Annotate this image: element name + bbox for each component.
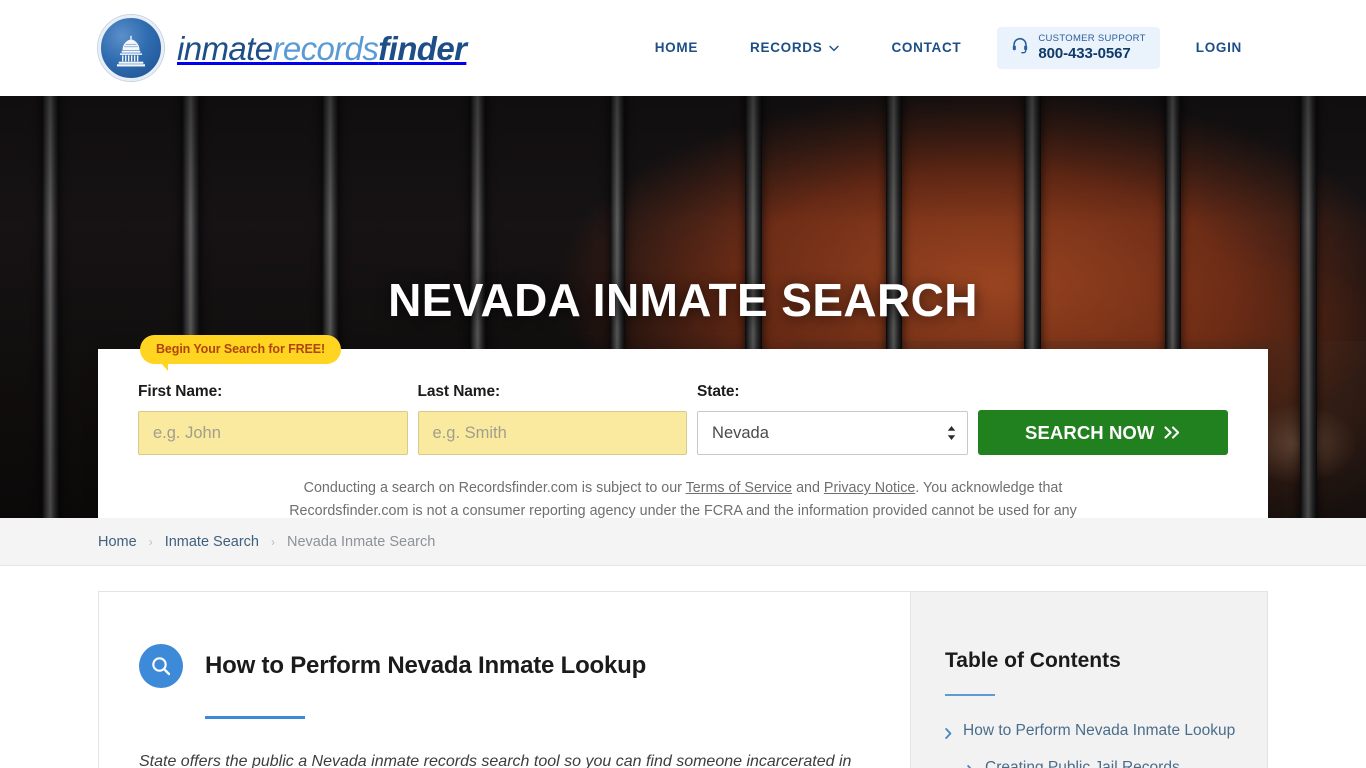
article-title: How to Perform Nevada Inmate Lookup — [205, 651, 647, 679]
nav-label-login: LOGIN — [1195, 40, 1242, 56]
capitol-dome-icon — [98, 15, 164, 81]
first-name-field-group: First Name: — [138, 383, 408, 455]
logo-word-records: records — [272, 29, 379, 67]
disclaimer-part-2: and — [792, 480, 824, 496]
logo-wordmark: inmaterecordsfinder — [177, 29, 467, 67]
chevron-right-icon: › — [271, 534, 275, 549]
logo-word-inmate: inmate — [177, 29, 273, 67]
double-chevron-right-icon — [1163, 422, 1181, 444]
table-of-contents: Table of Contents How to Perform Nevada … — [910, 591, 1268, 768]
search-disclaimer: Conducting a search on Recordsfinder.com… — [268, 477, 1098, 518]
support-text-block: CUSTOMER SUPPORT 800-433-0567 — [1038, 32, 1146, 62]
chevron-right-icon — [967, 761, 974, 768]
breadcrumb-item-current: Nevada Inmate Search — [287, 533, 436, 550]
hero-section: NEVADA INMATE SEARCH Begin Your Search f… — [0, 96, 1366, 518]
last-name-input[interactable] — [417, 411, 688, 455]
search-now-button[interactable]: SEARCH NOW — [977, 410, 1228, 455]
logo-word-finder: finder — [378, 29, 467, 67]
search-form-row: First Name: Last Name: State: Nevada — [138, 383, 1228, 455]
disclaimer-part-1: Conducting a search on Recordsfinder.com… — [303, 480, 686, 496]
nav-item-login[interactable]: LOGIN — [1170, 40, 1268, 55]
breadcrumb-item-home[interactable]: Home — [98, 534, 137, 550]
customer-support-badge[interactable]: CUSTOMER SUPPORT 800-433-0567 — [997, 26, 1160, 70]
inmate-search-form-card: Begin Your Search for FREE! First Name: … — [98, 335, 1268, 518]
state-field-group: State: Nevada — [697, 383, 968, 455]
breadcrumb-item-inmate-search[interactable]: Inmate Search — [165, 534, 259, 550]
toc-item-label: How to Perform Nevada Inmate Lookup — [963, 722, 1236, 739]
site-header: inmaterecordsfinder HOME RECORDS CONTACT — [0, 0, 1366, 96]
nav-label-records: RECORDS — [750, 40, 823, 56]
breadcrumb: Home › Inmate Search › Nevada Inmate Sea… — [0, 518, 1366, 566]
toc-title: Table of Contents — [945, 649, 1121, 672]
content-area: How to Perform Nevada Inmate Lookup Stat… — [0, 566, 1366, 768]
headset-icon — [1011, 36, 1029, 59]
state-select-wrapper: Nevada — [697, 411, 968, 455]
site-logo[interactable]: inmaterecordsfinder — [98, 15, 467, 81]
state-label: State: — [697, 383, 740, 400]
nav-label-contact: CONTACT — [891, 40, 962, 56]
free-search-badge[interactable]: Begin Your Search for FREE! — [140, 335, 342, 371]
main-navigation: HOME RECORDS CONTACT CUSTOMER SUPPORT 80… — [629, 26, 1268, 70]
first-name-input[interactable] — [138, 411, 408, 455]
toc-title-underline — [945, 694, 995, 696]
toc-list: How to Perform Nevada Inmate Lookup Crea… — [945, 720, 1237, 768]
magnifier-icon — [139, 643, 183, 688]
chevron-right-icon: › — [148, 534, 153, 549]
privacy-notice-link[interactable]: Privacy Notice — [824, 480, 915, 496]
nav-item-contact[interactable]: CONTACT — [865, 40, 987, 55]
chevron-right-icon — [945, 724, 952, 746]
search-now-label: SEARCH NOW — [1025, 421, 1155, 443]
capitol-dome-glyph — [116, 35, 146, 67]
chevron-down-icon — [829, 40, 840, 55]
article-card: How to Perform Nevada Inmate Lookup Stat… — [98, 591, 910, 768]
article-title-underline — [205, 715, 305, 719]
support-phone-number: 800-433-0567 — [1038, 44, 1131, 62]
last-name-label: Last Name: — [417, 383, 501, 400]
last-name-field-group: Last Name: — [417, 383, 688, 455]
article-header: How to Perform Nevada Inmate Lookup — [139, 632, 862, 700]
terms-of-service-link[interactable]: Terms of Service — [686, 480, 792, 496]
support-label: CUSTOMER SUPPORT — [1038, 32, 1146, 44]
article-body-text: State offers the public a Nevada inmate … — [139, 752, 852, 768]
toc-item-label: Creating Public Jail Records — [985, 759, 1180, 768]
state-select[interactable]: Nevada — [697, 411, 968, 455]
toc-item-how-to-perform-nevada-inmate-lookup[interactable]: How to Perform Nevada Inmate Lookup — [945, 720, 1237, 746]
page-title: NEVADA INMATE SEARCH — [388, 273, 978, 326]
nav-item-home[interactable]: HOME — [629, 40, 724, 55]
first-name-label: First Name: — [138, 383, 223, 400]
nav-label-home: HOME — [654, 40, 699, 56]
nav-item-records[interactable]: RECORDS — [724, 40, 865, 55]
toc-item-creating-public-jail-records[interactable]: Creating Public Jail Records — [967, 757, 1237, 768]
